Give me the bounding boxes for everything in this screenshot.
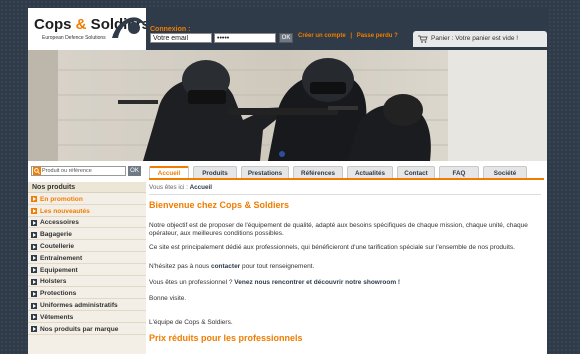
arrow-bullet-icon bbox=[31, 267, 37, 274]
login-ok-button[interactable]: OK bbox=[279, 33, 293, 43]
sidebar-item-10[interactable]: Vêtements bbox=[28, 311, 146, 323]
search-icon bbox=[33, 167, 41, 175]
sidebar-item-3[interactable]: Bagagerie bbox=[28, 228, 146, 241]
arrow-bullet-icon bbox=[31, 231, 37, 238]
email-field[interactable] bbox=[150, 33, 212, 43]
sidebar-item-6[interactable]: Equipement bbox=[28, 264, 146, 276]
sidebar-item-label: Entraînement bbox=[40, 254, 83, 262]
arrow-bullet-icon bbox=[31, 302, 37, 309]
showroom-paragraph: Vous êtes un professionnel ? Venez nous … bbox=[149, 279, 401, 286]
cart-icon bbox=[418, 35, 428, 43]
sidebar-item-label: Protections bbox=[40, 290, 77, 298]
sidebar-title: Nos produits bbox=[28, 182, 146, 193]
sidebar-item-label: Les nouveautés bbox=[40, 207, 90, 215]
hero-illustration bbox=[28, 50, 547, 161]
breadcrumb: Vous êtes ici : Accueil bbox=[149, 184, 213, 191]
account-links: Créer un compte | Passe perdu ? bbox=[298, 33, 398, 39]
sidebar-item-5[interactable]: Entraînement bbox=[28, 252, 146, 264]
sidebar-item-8[interactable]: Protections bbox=[28, 287, 146, 300]
sidebar-item-1[interactable]: Les nouveautés bbox=[28, 205, 146, 217]
sidebar-list: En promotion Les nouveautés Accessoires Bag… bbox=[28, 193, 146, 335]
greeting-text: Bonne visite. bbox=[149, 295, 187, 302]
sidebar-item-label: Accessoires bbox=[40, 219, 79, 227]
sidebar-item-2[interactable]: Accessoires bbox=[28, 217, 146, 229]
sidebar-item-label: Bagagerie bbox=[40, 231, 72, 239]
product-sidebar: Nos produits En promotion Les nouveautés A… bbox=[28, 182, 146, 354]
contact-link[interactable]: contacter bbox=[211, 263, 240, 270]
sidebar-item-0[interactable]: En promotion bbox=[28, 193, 146, 205]
cart-label: Panier : Votre panier est vide ! bbox=[431, 35, 519, 42]
breadcrumb-current[interactable]: Accueil bbox=[190, 184, 212, 191]
sidebar-item-label: Vêtements bbox=[40, 313, 74, 321]
pro-paragraph: Ce site est principalement dédié aux pro… bbox=[149, 244, 515, 251]
arrow-bullet-icon bbox=[31, 219, 37, 226]
sidebar-item-label: Coutellerie bbox=[40, 243, 75, 251]
contact-paragraph: N'hésitez pas à nous contacter pour tout… bbox=[149, 263, 315, 270]
links-separator: | bbox=[350, 33, 353, 39]
sidebar-item-label: Holsters bbox=[40, 278, 67, 286]
arrow-bullet-icon bbox=[31, 278, 37, 285]
intro-paragraph: Notre objectif est de proposer de l'équi… bbox=[149, 222, 528, 237]
sidebar-item-label: En promotion bbox=[40, 195, 83, 203]
sidebar-item-label: Nos produits par marque bbox=[40, 325, 119, 333]
arrow-bullet-icon bbox=[31, 255, 37, 262]
password-field[interactable] bbox=[214, 33, 276, 43]
logo-swoosh-icon bbox=[112, 17, 146, 38]
sidebar-item-label: Equipement bbox=[40, 266, 78, 274]
arrow-bullet-icon bbox=[31, 314, 37, 321]
sidebar-item-9[interactable]: Uniformes administratifs bbox=[28, 299, 146, 311]
logo-tagline: European Defence Solutions bbox=[42, 35, 106, 41]
create-account-link[interactable]: Créer un compte bbox=[298, 33, 346, 39]
product-search-input[interactable] bbox=[31, 166, 126, 176]
cart-summary[interactable]: Panier : Votre panier est vide ! bbox=[413, 31, 547, 47]
arrow-bullet-icon bbox=[31, 290, 37, 297]
arrow-bullet-icon bbox=[31, 196, 37, 203]
sidebar-item-label: Uniformes administratifs bbox=[40, 302, 118, 310]
search-ok-button[interactable]: OK bbox=[128, 166, 141, 176]
breadcrumb-divider bbox=[149, 194, 541, 195]
pro-prices-title: Prix réduits pour les professionnels bbox=[149, 333, 303, 343]
site-logo[interactable]: Cops & Soldiers European Defence Solutio… bbox=[28, 8, 150, 50]
sidebar-item-11[interactable]: Nos produits par marque bbox=[28, 323, 146, 335]
hero-banner-image bbox=[28, 50, 547, 161]
forgot-password-link[interactable]: Passe perdu ? bbox=[357, 33, 398, 39]
arrow-bullet-icon bbox=[31, 208, 37, 215]
arrow-bullet-icon bbox=[31, 243, 37, 250]
login-label: Connexion : bbox=[150, 26, 191, 33]
arrow-bullet-icon bbox=[31, 326, 37, 333]
tabs-underline bbox=[149, 178, 544, 180]
sidebar-item-4[interactable]: Coutellerie bbox=[28, 240, 146, 252]
signature-text: L'équipe de Cops & Soldiers. bbox=[149, 319, 233, 326]
sidebar-item-7[interactable]: Holsters bbox=[28, 276, 146, 288]
showroom-link[interactable]: Venez nous rencontrer et découvrir notre… bbox=[234, 279, 400, 286]
page-title: Bienvenue chez Cops & Soldiers bbox=[149, 200, 290, 210]
